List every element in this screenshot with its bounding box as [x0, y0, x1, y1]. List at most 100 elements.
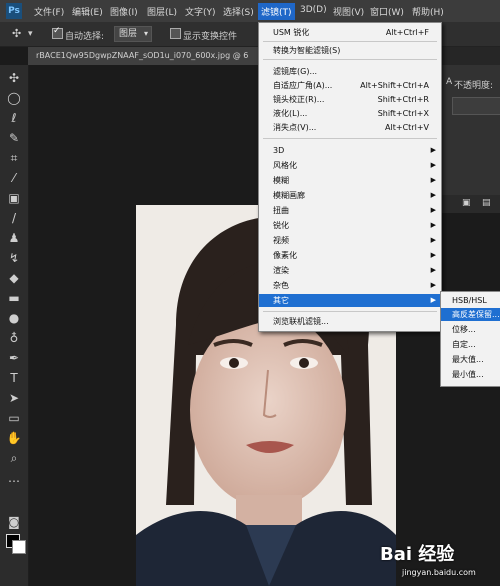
menu-view[interactable]: 视图(V): [333, 5, 364, 18]
menu-item-label: 风格化: [273, 161, 297, 170]
history-brush-icon[interactable]: ↯: [4, 249, 24, 267]
shape-icon[interactable]: ▭: [4, 409, 24, 427]
menu-item-convert-smart-filter[interactable]: 转换为智能滤镜(S): [259, 44, 441, 57]
submenu-item-hsb-hsl[interactable]: HSB/HSL: [441, 294, 500, 307]
menu-item-label: 3D: [273, 146, 285, 155]
menu-item-label: 其它: [273, 296, 289, 305]
menu-item-distort[interactable]: 扭曲 ▶: [259, 204, 441, 217]
quick-select-icon[interactable]: ✎: [4, 129, 24, 147]
eraser-icon[interactable]: ◆: [4, 269, 24, 287]
menu-item-filter-gallery[interactable]: 滤镜库(G)...: [259, 65, 441, 78]
submenu-item-custom[interactable]: 自定...: [441, 338, 500, 351]
menu-item-stylize[interactable]: 风格化 ▶: [259, 159, 441, 172]
submenu-item-label: HSB/HSL: [452, 296, 487, 305]
menu-item-lens-correction[interactable]: 镜头校正(R)... Shift+Ctrl+R: [259, 93, 441, 106]
menu-item-vanishing-point[interactable]: 消失点(V)... Alt+Ctrl+V: [259, 121, 441, 134]
hand-icon[interactable]: ✋: [4, 429, 24, 447]
menu-item-label: 锐化: [273, 221, 289, 230]
menu-item-label: 渲染: [273, 266, 289, 275]
menu-item-video[interactable]: 视频 ▶: [259, 234, 441, 247]
healing-icon[interactable]: ▣: [4, 189, 24, 207]
add-layer-icon[interactable]: ▤: [482, 198, 491, 208]
panel-opacity-label: 不透明度:: [454, 81, 494, 91]
blur-icon[interactable]: ●: [4, 309, 24, 327]
menu-separator: [263, 59, 437, 60]
type-icon[interactable]: T: [4, 369, 24, 387]
trash-icon[interactable]: ▣: [462, 198, 471, 208]
menu-help[interactable]: 帮助(H): [412, 5, 444, 18]
menu-window[interactable]: 窗口(W): [370, 5, 404, 18]
path-select-icon[interactable]: ➤: [4, 389, 24, 407]
move-icon[interactable]: ✣: [4, 69, 24, 87]
menu-item-blur[interactable]: 模糊 ▶: [259, 174, 441, 187]
lasso-icon[interactable]: ℓ: [4, 109, 24, 127]
menu-layer[interactable]: 图层(L): [147, 5, 177, 18]
eyedropper-icon[interactable]: ⁄: [4, 169, 24, 187]
chevron-right-icon: ▶: [430, 281, 436, 289]
background-color-swatch[interactable]: [12, 540, 26, 554]
menu-item-adaptive-wide-angle[interactable]: 自适应广角(A)... Alt+Shift+Ctrl+A: [259, 79, 441, 92]
menu-3d[interactable]: 3D(D): [300, 5, 327, 15]
auto-select-checkbox[interactable]: [52, 26, 63, 39]
pen-icon[interactable]: ✒: [4, 349, 24, 367]
show-transform-checkbox[interactable]: [170, 28, 181, 39]
chevron-right-icon: ▶: [430, 176, 436, 184]
crop-icon[interactable]: ⌗: [4, 149, 24, 167]
menu-item-shortcut: Alt+Ctrl+F: [385, 28, 429, 37]
chevron-down-icon[interactable]: ▾: [28, 29, 33, 39]
menu-file[interactable]: 文件(F): [34, 5, 64, 18]
menu-edit[interactable]: 编辑(E): [72, 5, 103, 18]
menu-item-3d[interactable]: 3D ▶: [259, 144, 441, 157]
more-icon[interactable]: …: [4, 469, 24, 487]
menu-separator: [263, 138, 437, 139]
gradient-icon[interactable]: ▬: [4, 289, 24, 307]
stamp-icon[interactable]: ♟: [4, 229, 24, 247]
chevron-right-icon: ▶: [430, 206, 436, 214]
brush-icon[interactable]: /: [4, 209, 24, 227]
quick-mask-icon[interactable]: ◙: [4, 513, 24, 531]
submenu-item-label: 最小值...: [452, 370, 484, 379]
panel-icons-row: ▣ ▤: [440, 195, 500, 213]
chevron-right-icon: ▶: [430, 146, 436, 154]
menu-item-label: 模糊画廊: [273, 191, 305, 200]
menu-select[interactable]: 选择(S): [223, 5, 254, 18]
chevron-right-icon: ▶: [430, 236, 436, 244]
chevron-right-icon: ▶: [430, 161, 436, 169]
submenu-item-label: 最大值...: [452, 355, 484, 364]
submenu-item-high-pass[interactable]: 高反差保留...: [441, 308, 500, 321]
menu-item-usm-sharpen[interactable]: USM 锐化 Alt+Ctrl+F: [259, 26, 441, 39]
marquee-icon[interactable]: ◯: [4, 89, 24, 107]
tools-panel: ✣ ◯ ℓ ✎ ⌗ ⁄ ▣ / ♟ ↯ ◆ ▬ ● ♁ ✒ T ➤ ▭ ✋ ⌕ …: [0, 65, 29, 586]
submenu-item-minimum[interactable]: 最小值...: [441, 368, 500, 381]
menu-item-shortcut: Alt+Shift+Ctrl+A: [360, 81, 429, 90]
menu-item-pixelate[interactable]: 像素化 ▶: [259, 249, 441, 262]
menu-item-label: USM 锐化: [273, 28, 310, 37]
zoom-icon[interactable]: ⌕: [4, 449, 24, 467]
document-tab[interactable]: rBACE1Qw95DgwpZNAAF_sOD1u_i070_600x.jpg …: [28, 47, 260, 65]
auto-select-label: 自动选择:: [65, 32, 105, 42]
menu-item-label: 消失点(V)...: [273, 123, 317, 132]
menu-image[interactable]: 图像(I): [110, 5, 138, 18]
menu-item-shortcut: Alt+Ctrl+V: [385, 123, 429, 132]
chevron-right-icon: ▶: [430, 296, 436, 304]
menu-item-blur-gallery[interactable]: 模糊画廊 ▶: [259, 189, 441, 202]
menu-filter[interactable]: 滤镜(T): [258, 3, 295, 20]
baidu-jingyan-watermark: Bai 经验 jingyan.baidu.com: [380, 540, 498, 584]
menu-item-other[interactable]: 其它 ▶: [259, 294, 441, 307]
menu-item-render[interactable]: 渲染 ▶: [259, 264, 441, 277]
move-tool-icon[interactable]: ✣: [12, 27, 21, 40]
auto-select-dropdown[interactable]: 图层: [114, 26, 153, 42]
menu-item-label: 扭曲: [273, 206, 289, 215]
menu-item-browse-filters-online[interactable]: 浏览联机滤镜...: [259, 315, 441, 328]
menu-item-liquify[interactable]: 液化(L)... Shift+Ctrl+X: [259, 107, 441, 120]
submenu-item-offset[interactable]: 位移...: [441, 323, 500, 336]
submenu-item-maximum[interactable]: 最大值...: [441, 353, 500, 366]
chevron-right-icon: ▶: [430, 251, 436, 259]
menu-item-label: 液化(L)...: [273, 109, 308, 118]
menu-item-noise[interactable]: 杂色 ▶: [259, 279, 441, 292]
menu-type[interactable]: 文字(Y): [185, 5, 216, 18]
menu-item-sharpen[interactable]: 锐化 ▶: [259, 219, 441, 232]
menu-item-label: 模糊: [273, 176, 289, 185]
dodge-icon[interactable]: ♁: [4, 329, 24, 347]
panel-field[interactable]: [452, 97, 500, 115]
